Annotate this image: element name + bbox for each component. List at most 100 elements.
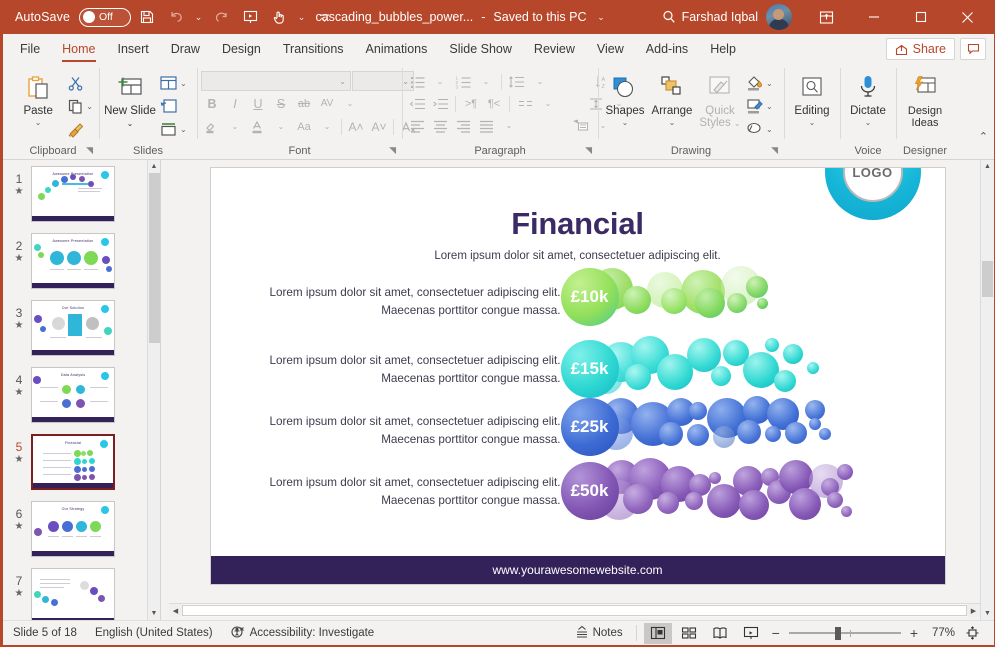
comment-icon[interactable] bbox=[960, 38, 986, 60]
bubble-cluster-25k[interactable]: £25k bbox=[560, 396, 871, 462]
font-name-input[interactable]: ⌄ bbox=[201, 71, 351, 91]
rtl-text-direction-icon[interactable]: ¶< bbox=[483, 93, 505, 114]
line-spacing-chevron-icon[interactable]: ⌄ bbox=[529, 71, 551, 92]
columns-chevron-icon[interactable]: ⌄ bbox=[537, 93, 559, 114]
shape-outline-chevron-icon[interactable]: ⌄ bbox=[766, 102, 773, 111]
thumbnails-scroll-thumb[interactable] bbox=[148, 173, 160, 343]
convert-to-smartart-icon[interactable] bbox=[569, 115, 591, 136]
underline-button[interactable]: U bbox=[247, 93, 269, 114]
numbering-chevron-icon[interactable]: ⌄ bbox=[475, 71, 497, 92]
thumbnail-3-preview[interactable]: Our Solution bbox=[31, 300, 115, 356]
font-dialog-launcher-icon[interactable]: ◥ bbox=[389, 142, 396, 158]
slide-show-icon[interactable] bbox=[737, 623, 765, 644]
shape-effects-button[interactable]: ⌄ bbox=[744, 118, 775, 140]
justify-icon[interactable] bbox=[475, 115, 497, 136]
align-center-icon[interactable] bbox=[429, 115, 451, 136]
section-chevron-icon[interactable]: ⌄ bbox=[180, 125, 187, 134]
bold-button[interactable]: B bbox=[201, 93, 223, 114]
thumbnail-5-preview[interactable]: Financial bbox=[31, 434, 115, 490]
shadow-button[interactable]: S bbox=[270, 93, 292, 114]
font-color-chevron-icon[interactable]: ⌄ bbox=[270, 116, 292, 137]
change-case-chevron-icon[interactable]: ⌄ bbox=[316, 116, 338, 137]
tab-help[interactable]: Help bbox=[699, 34, 747, 64]
justify-chevron-icon[interactable]: ⌄ bbox=[498, 115, 520, 136]
reset-button[interactable] bbox=[157, 95, 189, 117]
thumbnails-scroll-down-icon[interactable]: ▼ bbox=[148, 607, 161, 620]
thumbnail-1-preview[interactable]: Awesome Presentation bbox=[31, 166, 115, 222]
slide-title[interactable]: Financial bbox=[211, 206, 945, 242]
touch-mode-chevron-icon[interactable]: ⌄ bbox=[295, 12, 308, 23]
paste-chevron-icon[interactable]: ⌄ bbox=[35, 118, 42, 127]
fit-slide-to-window-icon[interactable] bbox=[958, 623, 986, 644]
hscroll-track[interactable] bbox=[182, 604, 967, 617]
language-indicator[interactable]: English (United States) bbox=[95, 627, 213, 639]
slide-row-2-text[interactable]: Lorem ipsum dolor sit amet, consectetuer… bbox=[261, 352, 560, 388]
thumbnail-slide-2[interactable]: 2 ★ Awesome Presentation bbox=[3, 233, 147, 300]
increase-indent-icon[interactable] bbox=[429, 93, 451, 114]
slide-row-3-text[interactable]: Lorem ipsum dolor sit amet, consectetuer… bbox=[261, 413, 560, 449]
saved-state-label[interactable]: Saved to this PC bbox=[493, 10, 586, 24]
tab-draw[interactable]: Draw bbox=[160, 34, 211, 64]
editing-button[interactable]: Editing ⌄ bbox=[788, 69, 836, 127]
slide-vertical-scrollbar[interactable]: ▲ ▼ bbox=[980, 160, 994, 620]
font-color-icon[interactable] bbox=[247, 116, 269, 137]
decrease-indent-icon[interactable] bbox=[406, 93, 428, 114]
slide-row-4-text[interactable]: Lorem ipsum dolor sit amet, consectetuer… bbox=[261, 474, 560, 510]
thumbnail-slide-1[interactable]: 1 ★ Awesome Presentation bbox=[3, 166, 147, 233]
redo-icon[interactable] bbox=[208, 4, 234, 30]
slide-canvas[interactable]: Financial Lorem ipsum dolor sit amet, co… bbox=[210, 168, 945, 584]
ltr-text-direction-icon[interactable]: >¶ bbox=[460, 93, 482, 114]
bubble-cluster-50k[interactable]: £50k bbox=[560, 458, 891, 528]
normal-view-icon[interactable] bbox=[643, 622, 672, 644]
tab-transitions[interactable]: Transitions bbox=[272, 34, 355, 64]
start-presentation-icon[interactable] bbox=[237, 4, 263, 30]
new-slide-chevron-icon[interactable]: ⌄ bbox=[127, 119, 134, 128]
tab-home[interactable]: Home bbox=[51, 34, 106, 64]
bubble-cluster-15k[interactable]: £15k bbox=[560, 336, 841, 402]
clipboard-dialog-launcher-icon[interactable]: ◥ bbox=[86, 142, 93, 158]
maximize-icon[interactable] bbox=[898, 1, 943, 33]
tab-slide-show[interactable]: Slide Show bbox=[438, 34, 523, 64]
stage-scroll-down-icon[interactable]: ▼ bbox=[981, 607, 994, 620]
tab-view[interactable]: View bbox=[586, 34, 635, 64]
hscroll-right-icon[interactable]: ▶ bbox=[967, 604, 980, 617]
bullets-icon[interactable] bbox=[406, 71, 428, 92]
saved-state-chevron-icon[interactable]: ⌄ bbox=[595, 12, 608, 23]
section-button[interactable]: ⌄ bbox=[157, 118, 189, 140]
layout-button[interactable]: ⌄ bbox=[157, 72, 189, 94]
quick-styles-button[interactable]: Quick Styles ⌄ bbox=[696, 69, 744, 130]
bubble-cluster-10k[interactable]: £10k bbox=[560, 266, 821, 330]
cut-button[interactable] bbox=[65, 72, 95, 94]
format-painter-button[interactable] bbox=[65, 118, 95, 140]
text-highlight-chevron-icon[interactable]: ⌄ bbox=[224, 116, 246, 137]
tab-add-ins[interactable]: Add-ins bbox=[635, 34, 699, 64]
shapes-chevron-icon[interactable]: ⌄ bbox=[622, 118, 629, 127]
zoom-knob[interactable] bbox=[834, 626, 841, 640]
thumbnail-6-preview[interactable]: Our Strategy bbox=[31, 501, 115, 557]
save-icon[interactable] bbox=[134, 4, 160, 30]
close-icon[interactable] bbox=[945, 1, 990, 33]
stage-scroll-thumb[interactable] bbox=[982, 261, 993, 297]
thumbnail-7-preview[interactable] bbox=[31, 568, 115, 620]
hscroll-left-icon[interactable]: ◀ bbox=[169, 604, 182, 617]
tab-review[interactable]: Review bbox=[523, 34, 586, 64]
paragraph-dialog-launcher-icon[interactable]: ◥ bbox=[585, 142, 592, 158]
ribbon-display-options-icon[interactable] bbox=[804, 1, 849, 33]
zoom-percentage[interactable]: 77% bbox=[925, 627, 955, 639]
increase-font-size-button[interactable]: A˄ bbox=[345, 116, 367, 137]
undo-dropdown-chevron-icon[interactable]: ⌄ bbox=[192, 12, 205, 23]
text-highlight-icon[interactable] bbox=[201, 116, 223, 137]
align-left-icon[interactable] bbox=[406, 115, 428, 136]
copy-button[interactable]: ⌄ bbox=[65, 95, 95, 117]
line-spacing-icon[interactable] bbox=[506, 71, 528, 92]
shape-fill-chevron-icon[interactable]: ⌄ bbox=[766, 79, 773, 88]
thumbnail-2-preview[interactable]: Awesome Presentation bbox=[31, 233, 115, 289]
thumbnail-4-preview[interactable]: Data Analysis bbox=[31, 367, 115, 423]
shape-outline-button[interactable]: ⌄ bbox=[744, 95, 775, 117]
new-slide-button[interactable]: New Slide ⌄ bbox=[103, 69, 157, 130]
shape-fill-button[interactable]: ⌄ bbox=[744, 72, 775, 94]
thumbnails-scrollbar[interactable]: ▲ ▼ bbox=[147, 160, 160, 620]
avatar[interactable] bbox=[766, 4, 792, 30]
dictate-chevron-icon[interactable]: ⌄ bbox=[865, 118, 872, 127]
slide-counter[interactable]: Slide 5 of 18 bbox=[13, 627, 77, 639]
